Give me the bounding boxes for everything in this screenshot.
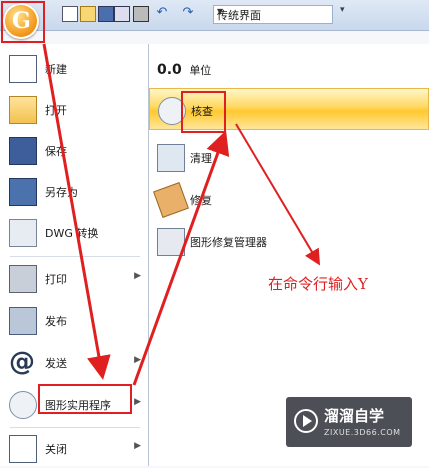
menu-item-dwg-convert[interactable]: DWG 转换	[0, 212, 147, 252]
submenu-arrow-icon: ▶	[134, 271, 141, 281]
units-label: 单位	[189, 64, 212, 77]
menu-divider	[10, 256, 140, 257]
submenu-item-label: 图形修复管理器	[190, 236, 267, 249]
save-disk-icon	[9, 137, 37, 165]
submenu-item-label: 清理	[190, 152, 212, 165]
menu-item-label: DWG 转换	[45, 227, 99, 240]
units-row[interactable]: 0.0 单位	[157, 62, 211, 78]
workspace-select[interactable]: 传统界面 ▼	[213, 5, 333, 24]
highlight-box-audit	[181, 91, 226, 133]
new-file-icon[interactable]	[62, 6, 78, 22]
annotation-text: 在命令行输入Y	[268, 275, 368, 293]
menu-item-label: 另存为	[45, 186, 78, 199]
at-send-icon: @	[9, 347, 35, 377]
watermark-url: ZIXUE.3D66.COM	[324, 428, 401, 437]
watermark: 溜溜自学 ZIXUE.3D66.COM	[286, 397, 412, 447]
menu-item-label: 打印	[45, 273, 67, 286]
undo-icon[interactable]: ↶	[155, 6, 169, 20]
menu-item-close[interactable]: 关闭 ▶	[0, 428, 147, 468]
menu-item-label: 新建	[45, 63, 67, 76]
highlight-box-app-button	[1, 1, 45, 43]
save-icon[interactable]	[98, 6, 114, 22]
watermark-title: 溜溜自学	[324, 407, 385, 425]
recover-wrench-icon	[153, 182, 189, 218]
customize-toolbar-icon[interactable]: ▾	[340, 5, 345, 15]
submenu-arrow-icon: ▶	[134, 397, 141, 407]
units-value: 0.0	[157, 62, 182, 78]
redo-icon[interactable]: ↷	[181, 6, 195, 20]
highlight-box-drawing-utilities	[38, 384, 132, 414]
chevron-down-icon: ▼	[217, 7, 224, 16]
menu-item-label: 发布	[45, 315, 67, 328]
edit-icon[interactable]	[114, 6, 130, 22]
new-document-icon	[9, 55, 37, 83]
submenu-arrow-icon: ▶	[134, 441, 141, 451]
menu-item-label: 打开	[45, 104, 67, 117]
purge-brush-icon	[157, 144, 185, 172]
submenu-item-label: 修复	[190, 194, 212, 207]
save-as-icon	[9, 178, 37, 206]
menu-item-print[interactable]: 打印 ▶	[0, 258, 147, 298]
submenu-arrow-icon: ▶	[134, 355, 141, 365]
menu-item-publish[interactable]: 发布	[0, 300, 147, 340]
menu-item-new[interactable]: 新建	[0, 48, 147, 88]
publish-icon	[9, 307, 37, 335]
menu-item-label: 保存	[45, 145, 67, 158]
submenu-item-recover[interactable]: 修复	[149, 178, 429, 220]
menu-item-label: 关闭	[45, 443, 67, 456]
open-folder-icon	[9, 96, 37, 124]
open-folder-icon[interactable]	[80, 6, 96, 22]
menu-item-save-as[interactable]: 另存为	[0, 171, 147, 211]
drawing-utilities-icon	[9, 391, 37, 419]
submenu-item-purge[interactable]: 清理	[149, 136, 429, 178]
close-document-icon	[9, 435, 37, 463]
menu-item-label: 发送	[45, 357, 67, 370]
print-icon[interactable]	[133, 6, 149, 22]
quick-access-toolbar: ↶ ↷ 传统界面 ▼ ▾	[0, 0, 429, 31]
menu-item-open[interactable]: 打开	[0, 89, 147, 129]
menu-item-send[interactable]: @ 发送 ▶	[0, 342, 147, 382]
play-logo-icon	[294, 409, 318, 433]
menu-item-save[interactable]: 保存	[0, 130, 147, 170]
submenu-item-recovery-manager[interactable]: 图形修复管理器	[149, 220, 429, 262]
recovery-manager-icon	[157, 228, 185, 256]
printer-icon	[9, 265, 37, 293]
dwg-convert-icon	[9, 219, 37, 247]
